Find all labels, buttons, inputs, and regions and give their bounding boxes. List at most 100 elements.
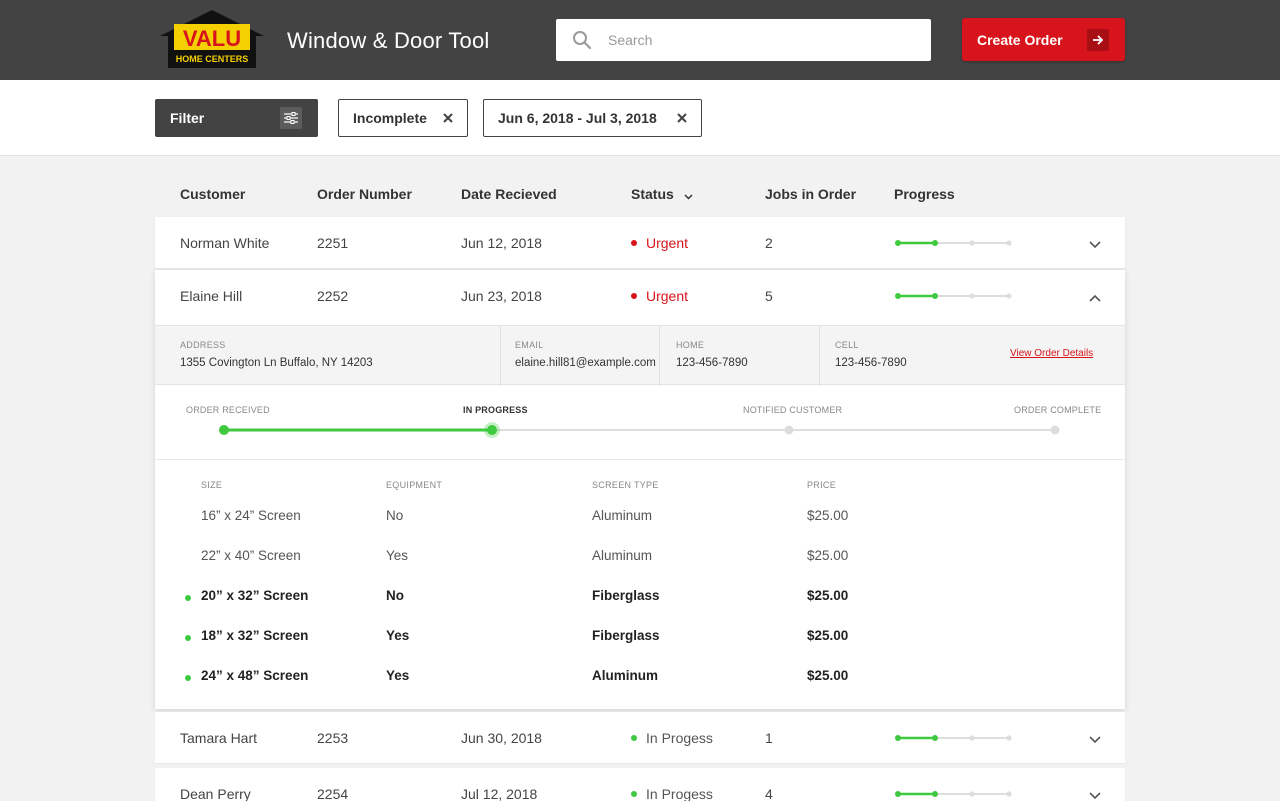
progress-dot	[1006, 240, 1012, 246]
job-screen-type: Aluminum	[592, 548, 653, 563]
job-size: 24” x 48” Screen	[201, 668, 309, 683]
table-row[interactable]: Dean Perry 2254 Jul 12, 2018 In Progess …	[155, 768, 1125, 801]
progress-dot	[1006, 791, 1012, 797]
step-label-order-received: ORDER RECEIVED	[186, 405, 270, 415]
order-number: 2251	[317, 235, 349, 251]
step-dot	[219, 425, 229, 435]
status-header-label: Status	[631, 186, 674, 202]
progress-dot	[932, 735, 938, 741]
job-price: $25.00	[807, 668, 849, 683]
email-label: EMAIL	[515, 340, 544, 350]
filter-chip-incomplete[interactable]: Incomplete	[338, 99, 468, 137]
column-header-customer[interactable]: Customer	[180, 186, 245, 202]
job-screen-type: Fiberglass	[592, 588, 660, 603]
jobs-count: 4	[765, 786, 773, 801]
progress-dot	[895, 735, 901, 741]
column-header-progress[interactable]: Progress	[894, 186, 955, 202]
column-header-status[interactable]: Status	[631, 186, 693, 203]
status-dot	[631, 735, 637, 742]
column-header-jobs[interactable]: Jobs in Order	[765, 186, 856, 202]
progress-indicator	[895, 240, 1012, 246]
home-value: 123-456-7890	[676, 357, 748, 369]
table-row[interactable]: Norman White 2251 Jun 12, 2018 Urgent 2	[155, 217, 1125, 269]
valu-logo[interactable]: VALU HOME CENTERS	[156, 8, 268, 72]
job-col-price: PRICE	[807, 480, 837, 490]
job-size: 18” x 32” Screen	[201, 628, 309, 643]
job-price: $25.00	[807, 628, 849, 643]
step-label-order-complete: ORDER COMPLETE	[1014, 405, 1102, 415]
job-equipment: No	[386, 508, 404, 523]
status-badge: Urgent	[631, 288, 688, 304]
status-text: Urgent	[646, 235, 689, 251]
step-dot-current	[487, 425, 497, 435]
home-phone-block: HOME 123-456-7890	[659, 326, 819, 386]
status-badge: In Progess	[631, 730, 713, 746]
view-order-details-link[interactable]: View Order Details	[1010, 348, 1093, 359]
status-dot	[631, 791, 637, 798]
column-header-order-number[interactable]: Order Number	[317, 186, 412, 202]
column-header-date-received[interactable]: Date Recieved	[461, 186, 557, 202]
home-label: HOME	[676, 340, 705, 350]
filter-label: Filter	[170, 110, 205, 126]
chip-label: Jun 6, 2018 - Jul 3, 2018	[498, 110, 657, 126]
jobs-count: 5	[765, 288, 773, 304]
step-label-in-progress: IN PROGRESS	[463, 405, 528, 415]
filter-chip-date-range[interactable]: Jun 6, 2018 - Jul 3, 2018	[483, 99, 702, 137]
progress-dot	[932, 293, 938, 299]
progress-dot	[969, 791, 975, 797]
cell-label: CELL	[835, 340, 859, 350]
status-dot	[631, 240, 637, 247]
search-box[interactable]	[556, 19, 931, 61]
close-icon[interactable]	[441, 111, 455, 125]
step-dot	[784, 425, 794, 435]
address-label: ADDRESS	[180, 340, 226, 350]
customer-name: Norman White	[180, 235, 270, 251]
jobs-count: 2	[765, 235, 773, 251]
progress-dot	[895, 293, 901, 299]
progress-dot	[932, 791, 938, 797]
date-received: Jul 12, 2018	[461, 786, 538, 801]
job-size: 16” x 24” Screen	[201, 508, 301, 523]
address-block: ADDRESS 1355 Covington Ln Buffalo, NY 14…	[180, 326, 500, 386]
email-block: EMAIL elaine.hill81@example.com	[500, 326, 660, 386]
close-icon[interactable]	[675, 111, 689, 125]
cell-phone-block: CELL 123-456-7890	[819, 326, 979, 386]
table-row[interactable]: Elaine Hill 2252 Jun 23, 2018 Urgent 5	[155, 270, 1125, 322]
chevron-down-icon[interactable]	[1089, 731, 1101, 749]
expanded-order-card: Elaine Hill 2252 Jun 23, 2018 Urgent 5 A…	[155, 270, 1125, 709]
job-price: $25.00	[807, 548, 849, 563]
filter-button[interactable]: Filter	[155, 99, 318, 137]
date-received: Jun 30, 2018	[461, 730, 542, 746]
job-equipment: No	[386, 588, 404, 603]
progress-indicator	[895, 791, 1012, 797]
order-stepper: ORDER RECEIVED IN PROGRESS NOTIFIED CUST…	[155, 385, 1125, 460]
status-text: In Progess	[646, 730, 713, 746]
create-order-button[interactable]: Create Order	[962, 18, 1125, 61]
chevron-down-icon[interactable]	[1089, 787, 1101, 801]
progress-dot	[969, 240, 975, 246]
job-col-equipment: EQUIPMENT	[386, 480, 443, 490]
status-badge: Urgent	[631, 235, 688, 251]
logo-text-bottom: HOME CENTERS	[176, 54, 249, 64]
chevron-up-icon[interactable]	[1089, 289, 1101, 307]
customer-name: Elaine Hill	[180, 288, 243, 304]
job-price: $25.00	[807, 588, 849, 603]
job-size: 20” x 32” Screen	[201, 588, 309, 603]
email-value[interactable]: elaine.hill81@example.com	[515, 357, 660, 369]
progress-dot	[1006, 735, 1012, 741]
job-screen-type: Aluminum	[592, 508, 653, 523]
job-equipment: Yes	[386, 668, 410, 683]
step-dot	[1050, 425, 1060, 435]
progress-indicator	[895, 735, 1012, 741]
status-text: Urgent	[646, 288, 689, 304]
chevron-down-icon[interactable]	[1089, 236, 1101, 254]
progress-dot	[1006, 293, 1012, 299]
search-input[interactable]	[608, 19, 918, 61]
status-badge: In Progess	[631, 786, 713, 801]
jobs-count: 1	[765, 730, 773, 746]
table-row[interactable]: Tamara Hart 2253 Jun 30, 2018 In Progess…	[155, 712, 1125, 764]
sliders-icon	[280, 107, 302, 129]
logo-text-top: VALU	[183, 26, 241, 51]
create-order-label: Create Order	[977, 31, 1063, 48]
job-active-dot	[185, 635, 191, 641]
